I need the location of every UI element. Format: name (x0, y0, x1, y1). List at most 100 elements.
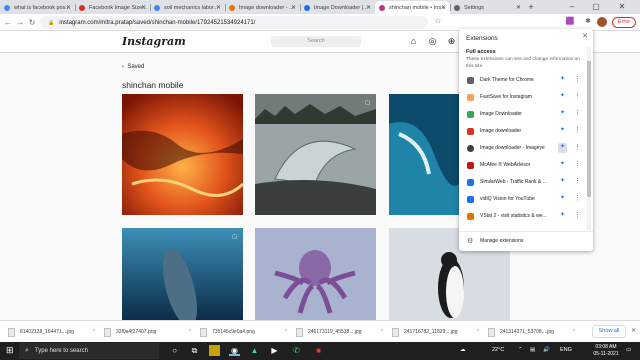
close-tab-icon[interactable]: ✕ (516, 4, 521, 11)
more-options-icon[interactable]: ⋮ (574, 211, 581, 219)
new-tab-button[interactable]: + (525, 1, 537, 14)
download-item[interactable]: 246173119_45538....jpg ⌃ (296, 325, 384, 339)
browser-tab[interactable]: Image downloader - ... ✕ (225, 1, 300, 14)
pin-icon[interactable]: ✦ (558, 177, 567, 187)
windows-start-icon[interactable]: ⊞ (6, 346, 14, 355)
extension-item[interactable]: Dark Theme for Chrome ✦ ⋮ (459, 73, 587, 90)
home-icon[interactable]: ⌂ (408, 36, 419, 47)
input-language[interactable]: ENG (560, 347, 572, 353)
extension-item[interactable]: Image Downloader ✦ ⋮ (459, 107, 587, 124)
more-options-icon[interactable]: ⋮ (574, 160, 581, 168)
profile-avatar[interactable] (597, 17, 607, 27)
close-downloads-icon[interactable]: ✕ (631, 327, 636, 334)
browser-tab-active[interactable]: shinchan mobile • Ins... ✕ (375, 1, 450, 14)
chevron-up-icon[interactable]: ⌃ (92, 329, 96, 335)
extension-item[interactable]: McAfee ® WebAdvisor ✦ ⋮ (459, 158, 587, 175)
post-ocean-wave[interactable] (389, 94, 459, 215)
extensions-scrollbar[interactable] (587, 47, 591, 231)
weather-icon[interactable]: ☁ (460, 347, 466, 353)
close-tab-icon[interactable]: ✕ (366, 4, 371, 11)
more-options-icon[interactable]: ⋮ (574, 92, 581, 100)
close-tab-icon[interactable]: ✕ (141, 4, 146, 11)
close-tab-icon[interactable]: ✕ (216, 4, 221, 11)
video-app-icon[interactable]: ■ (313, 345, 324, 356)
bookmark-star-icon[interactable]: ☆ (433, 17, 443, 27)
back-arrow-icon[interactable]: ← (2, 18, 14, 27)
download-item[interactable]: 241314371_53708....jpg ⌃ (488, 325, 576, 339)
more-options-icon[interactable]: ⋮ (574, 109, 581, 117)
pin-icon[interactable]: ✦ (558, 75, 567, 85)
media-icon[interactable]: ▶ (269, 345, 280, 356)
pin-icon[interactable]: ✦ (558, 126, 567, 136)
window-close-button[interactable]: ✕ (612, 0, 632, 14)
extension-item[interactable]: FastSave for Instagram ✦ ⋮ (459, 90, 587, 107)
pin-icon[interactable]: ✦ (558, 109, 567, 119)
more-options-icon[interactable]: ⋮ (574, 126, 581, 134)
post-whale[interactable]: ▢ (122, 228, 243, 320)
file-explorer-icon[interactable] (209, 345, 220, 356)
forward-arrow-icon[interactable]: → (14, 18, 26, 27)
messenger-icon[interactable]: ◎ (427, 36, 438, 47)
volume-icon[interactable]: 🔊 (543, 347, 550, 353)
profile-error-button[interactable]: Error (612, 17, 636, 28)
taskbar-search-input[interactable]: ⌕ Type here to search (19, 343, 159, 359)
chrome-icon[interactable]: ◉ (229, 345, 240, 356)
show-all-button[interactable]: Show all (592, 325, 626, 338)
chevron-up-icon[interactable]: ⌃ (188, 329, 192, 335)
task-view-icon[interactable]: ⧉ (189, 345, 200, 356)
post-lava[interactable] (122, 94, 243, 215)
more-options-icon[interactable]: ⋮ (574, 75, 581, 83)
back-to-saved[interactable]: ‹ Saved (122, 64, 144, 70)
browser-tab[interactable]: Image Downloader |... ✕ (300, 1, 375, 14)
reload-icon[interactable]: ↻ (26, 18, 38, 27)
download-item[interactable]: 241716782_11829....jpg ⌃ (392, 325, 480, 339)
browser-tab[interactable]: soil mechanics labor... ✕ (150, 1, 225, 14)
browser-tab[interactable]: Facebook Image Size... ✕ (75, 1, 150, 14)
manage-extensions-item[interactable]: ⚙ Manage extensions (459, 231, 593, 250)
address-bar[interactable]: 🔒 instagram.com/mitra.pratap/saved/shinc… (40, 16, 428, 29)
download-item[interactable]: 735145c9e0a4.png ⌃ (200, 325, 288, 339)
browser-tab[interactable]: Settings ✕ (450, 1, 525, 14)
pin-icon[interactable]: ✦ (558, 143, 567, 153)
puzzle-extensions-icon[interactable]: ✱ (583, 17, 593, 27)
pin-icon[interactable]: ✦ (558, 211, 567, 221)
post-wave-glass[interactable]: ▢ (255, 94, 376, 215)
more-options-icon[interactable]: ⋮ (574, 194, 581, 202)
pin-icon[interactable]: ✦ (558, 194, 567, 204)
instagram-search-input[interactable]: Search (271, 36, 361, 47)
extension-item[interactable]: vidIQ Vision for YouTube ✦ ⋮ (459, 192, 587, 209)
tray-chevron-icon[interactable]: ⌃ (518, 347, 523, 353)
close-icon[interactable]: ✕ (582, 32, 588, 40)
extension-item[interactable]: Image downloader - Imageye ✦ ⋮ (459, 141, 587, 158)
close-tab-icon[interactable]: ✕ (291, 4, 296, 11)
app-icon[interactable]: ▲ (249, 345, 260, 356)
maximize-button[interactable]: ▢ (586, 0, 606, 14)
download-item[interactable]: 32f0a4f27407.png ⌃ (104, 325, 192, 339)
network-icon[interactable]: ▤ (530, 347, 535, 353)
notification-icon[interactable]: ▭ (626, 347, 631, 353)
minimize-button[interactable]: – (562, 0, 582, 14)
scrollbar-thumb[interactable] (587, 61, 591, 197)
cortana-icon[interactable]: ○ (169, 345, 180, 356)
system-clock[interactable]: 03:08 AM 05-11-2021 (592, 344, 620, 358)
post-octopus[interactable] (255, 228, 376, 320)
new-post-icon[interactable]: ⊕ (446, 36, 457, 47)
download-item[interactable]: 81402128_164471....jpg ⌃ (8, 325, 96, 339)
close-tab-icon[interactable]: ✕ (66, 4, 71, 11)
chevron-up-icon[interactable]: ⌃ (380, 329, 384, 335)
browser-tab[interactable]: what is facebook pos... ✕ (0, 1, 75, 14)
chevron-up-icon[interactable]: ⌃ (476, 329, 480, 335)
temperature[interactable]: 22°C (492, 347, 504, 353)
whatsapp-icon[interactable]: ✆ (291, 345, 302, 356)
chevron-up-icon[interactable]: ⌃ (284, 329, 288, 335)
instagram-logo[interactable]: Instagram (122, 35, 186, 48)
chevron-up-icon[interactable]: ⌃ (572, 329, 576, 335)
more-options-icon[interactable]: ⋮ (574, 143, 581, 151)
pin-icon[interactable]: ✦ (558, 160, 567, 170)
extension-item[interactable]: Image downloader ✦ ⋮ (459, 124, 587, 141)
pin-icon[interactable]: ✦ (558, 92, 567, 102)
extension-icon[interactable]: 🟪 (565, 17, 575, 27)
more-options-icon[interactable]: ⋮ (574, 177, 581, 185)
extension-item[interactable]: SimilarWeb - Traffic Rank & ... ✦ ⋮ (459, 175, 587, 192)
extension-item[interactable]: VStat 2 - visit statistics & we... ✦ ⋮ (459, 209, 587, 226)
